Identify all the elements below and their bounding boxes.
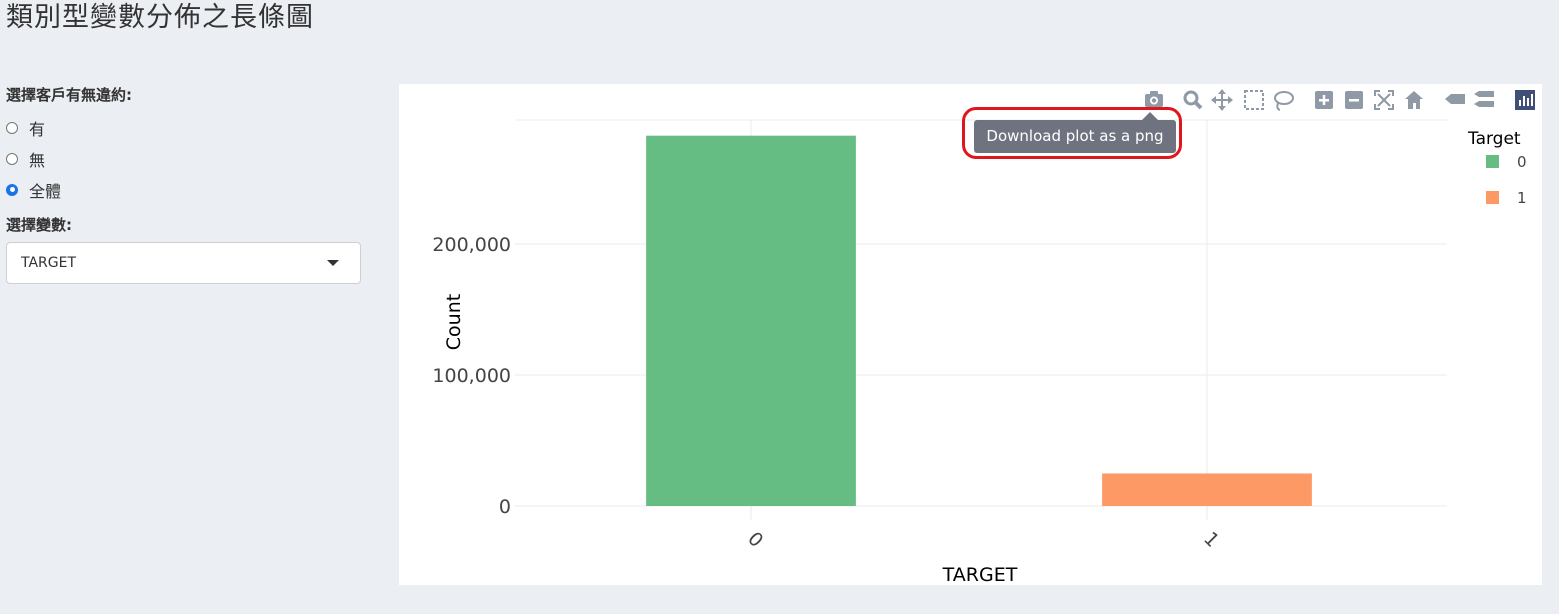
y-tick-label: 100,000: [432, 365, 511, 387]
hover-compare-icon[interactable]: [1474, 91, 1494, 107]
reset-axes-icon[interactable]: [1405, 91, 1423, 109]
plotly-logo-icon[interactable]: [1515, 90, 1535, 110]
lasso-select-icon[interactable]: [1274, 91, 1294, 111]
legend-label-0[interactable]: 0: [1517, 153, 1527, 171]
x-axis-title: TARGET: [942, 564, 1018, 585]
radio-button-yes[interactable]: [6, 121, 18, 134]
autoscale-icon[interactable]: [1374, 90, 1394, 110]
zoom-out-icon[interactable]: [1345, 91, 1363, 109]
y-tick-label: 0: [499, 496, 511, 518]
x-tick-label: 1: [1199, 528, 1223, 552]
bar-target-1[interactable]: [1102, 473, 1312, 506]
highlight-annotation: [962, 107, 1182, 159]
bar-target-0[interactable]: [646, 135, 856, 506]
camera-icon[interactable]: [1145, 91, 1163, 107]
y-tick-label: 200,000: [432, 234, 511, 256]
plot-panel: 0 100,000 200,000 01 TARGET Count Target 0…: [399, 84, 1542, 586]
radio-option-no[interactable]: 無: [6, 143, 362, 174]
sidebar: 選擇客戶有無違約: 有 無 全體 選擇變數: TARGET: [6, 84, 362, 284]
radio-label-no: 無: [29, 150, 46, 170]
radio-button-no[interactable]: [6, 152, 18, 165]
page-title: 類別型變數分佈之長條圖: [6, 2, 314, 33]
bar-chart: 0100,000200,000 01 TARGET Count Target 0…: [432, 89, 1535, 586]
variable-select-value: TARGET: [21, 255, 77, 271]
legend: Target 0 1: [1467, 129, 1527, 207]
variable-select-label: 選擇變數:: [6, 216, 72, 234]
legend-label-1[interactable]: 1: [1517, 189, 1527, 207]
radio-option-yes[interactable]: 有: [6, 112, 362, 143]
legend-swatch-1[interactable]: [1486, 191, 1499, 204]
box-select-icon[interactable]: [1244, 90, 1264, 110]
default-filter-label: 選擇客戶有無違約:: [6, 86, 132, 104]
chevron-down-icon: [327, 260, 339, 266]
y-axis-title: Count: [443, 294, 465, 350]
bars: [646, 135, 1312, 506]
hover-closest-icon[interactable]: [1445, 94, 1465, 104]
radio-label-all: 全體: [29, 181, 62, 201]
radio-button-all[interactable]: [6, 183, 18, 196]
x-tick-label: 0: [743, 528, 767, 552]
legend-title: Target: [1467, 129, 1521, 149]
pan-icon[interactable]: [1211, 89, 1233, 111]
legend-swatch-0[interactable]: [1486, 155, 1499, 168]
x-tick-labels: 01: [743, 528, 1223, 552]
radio-label-yes: 有: [29, 119, 46, 139]
radio-option-all[interactable]: 全體: [6, 174, 362, 205]
zoom-in-icon[interactable]: [1315, 91, 1333, 109]
modebar: [1145, 89, 1535, 111]
y-tick-labels: 0 100,000 200,000: [432, 234, 511, 518]
variable-select[interactable]: TARGET: [6, 242, 361, 284]
zoom-icon[interactable]: [1183, 90, 1203, 110]
